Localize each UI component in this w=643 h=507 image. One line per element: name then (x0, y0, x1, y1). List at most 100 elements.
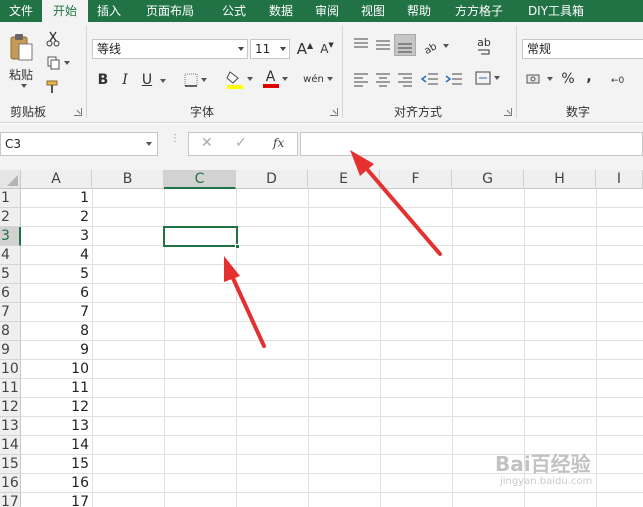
row-header[interactable]: 10 (0, 360, 21, 379)
number-format-select[interactable]: 常规 (522, 39, 643, 59)
insert-function-icon[interactable]: fx (273, 136, 284, 150)
row-header[interactable]: 15 (0, 455, 21, 474)
fill-color-button[interactable] (222, 68, 256, 90)
cell-a17[interactable]: 17 (22, 493, 91, 507)
column-header-d[interactable]: D (236, 170, 308, 189)
comma-button[interactable]: , (582, 66, 596, 88)
cell-a16[interactable]: 16 (22, 474, 91, 493)
fill-handle[interactable] (235, 244, 240, 249)
row-header[interactable]: 6 (0, 284, 21, 303)
format-painter-button[interactable] (44, 78, 62, 96)
cell-a12[interactable]: 12 (22, 398, 91, 417)
cancel-icon[interactable]: ✕ (201, 135, 213, 151)
cell-a14[interactable]: 14 (22, 436, 91, 455)
column-header-a[interactable]: A (21, 170, 92, 189)
row-header[interactable]: 9 (0, 341, 21, 360)
row-header[interactable]: 8 (0, 322, 21, 341)
confirm-icon[interactable]: ✓ (235, 135, 247, 151)
font-name-select[interactable]: 等线 (92, 39, 248, 59)
italic-button[interactable]: I (116, 70, 134, 90)
underline-dropdown-icon[interactable] (160, 79, 166, 83)
tab-data[interactable]: 数据 (258, 0, 304, 22)
tab-review[interactable]: 审阅 (304, 0, 350, 22)
row-header[interactable]: 14 (0, 436, 21, 455)
align-left-icon[interactable] (352, 70, 370, 88)
column-header-h[interactable]: H (524, 170, 596, 189)
percent-button[interactable]: % (558, 68, 578, 90)
column-header-i[interactable]: I (596, 170, 643, 189)
row-header[interactable]: 16 (0, 474, 21, 493)
copy-button[interactable] (44, 54, 72, 72)
select-all-corner[interactable] (0, 170, 21, 189)
merge-center-button[interactable] (472, 68, 502, 88)
column-header-b[interactable]: B (92, 170, 164, 189)
cell-a9[interactable]: 9 (22, 341, 91, 360)
accounting-format-button[interactable] (524, 68, 554, 90)
align-center-icon[interactable] (374, 70, 392, 88)
name-box[interactable]: C3 (0, 132, 158, 156)
tab-insert[interactable]: 插入 (88, 0, 130, 22)
row-header[interactable]: 13 (0, 417, 21, 436)
row-header[interactable]: 4 (0, 246, 21, 265)
cell-a6[interactable]: 6 (22, 284, 91, 303)
tab-fangfang[interactable]: 方方格子 (442, 0, 516, 22)
tab-home[interactable]: 开始 (42, 0, 88, 22)
tab-diy-toolbox[interactable]: DIY工具箱 (516, 0, 596, 22)
row-header[interactable]: 12 (0, 398, 21, 417)
increase-indent-icon[interactable] (444, 70, 464, 88)
row-header-selected[interactable]: 3 (0, 227, 21, 246)
decrease-font-button[interactable]: A ▼ (316, 39, 338, 59)
cell-a8[interactable]: 8 (22, 322, 91, 341)
middle-align-icon[interactable] (374, 36, 392, 54)
vertical-dots-icon[interactable]: ⋮ (170, 134, 180, 152)
tab-help[interactable]: 帮助 (396, 0, 442, 22)
paste-button[interactable] (6, 32, 36, 64)
decrease-indent-icon[interactable] (420, 70, 440, 88)
font-color-button[interactable]: A (258, 68, 292, 90)
cell-a1[interactable]: 1 (22, 189, 91, 208)
wrap-text-button[interactable]: ab (474, 34, 494, 56)
cell-a15[interactable]: 15 (22, 455, 91, 474)
row-header[interactable]: 5 (0, 265, 21, 284)
borders-button[interactable] (180, 70, 210, 90)
cell-a7[interactable]: 7 (22, 303, 91, 322)
phonetic-button[interactable]: wén (300, 66, 336, 92)
cell-a3[interactable]: 3 (22, 227, 91, 246)
column-header-g[interactable]: G (452, 170, 524, 189)
tab-page-layout[interactable]: 页面布局 (130, 0, 210, 22)
paste-dropdown-icon[interactable] (21, 84, 27, 88)
column-header-e[interactable]: E (308, 170, 380, 189)
align-right-icon[interactable] (396, 70, 414, 88)
font-size-select[interactable]: 11 (250, 39, 290, 59)
column-header-c[interactable]: C (164, 170, 236, 189)
orientation-button[interactable]: ab (420, 36, 450, 56)
increase-decimal-button[interactable]: ←0 (606, 68, 642, 90)
cell-a5[interactable]: 5 (22, 265, 91, 284)
top-align-icon[interactable] (352, 36, 370, 54)
row-header[interactable]: 7 (0, 303, 21, 322)
row-header[interactable]: 17 (0, 493, 21, 507)
row-header[interactable]: 1 (0, 189, 21, 208)
row-header[interactable]: 11 (0, 379, 21, 398)
cell-a13[interactable]: 13 (22, 417, 91, 436)
tab-view[interactable]: 视图 (350, 0, 396, 22)
cell-a2[interactable]: 2 (22, 208, 91, 227)
cell-a10[interactable]: 10 (22, 360, 91, 379)
tab-file[interactable]: 文件 (0, 0, 42, 22)
active-cell-c3[interactable] (163, 226, 240, 249)
font-launcher-icon[interactable] (330, 108, 338, 116)
alignment-launcher-icon[interactable] (504, 108, 512, 116)
bold-button[interactable]: B (94, 70, 112, 90)
formula-input[interactable] (300, 132, 643, 156)
paste-label[interactable]: 粘贴 (4, 66, 38, 82)
clipboard-launcher-icon[interactable] (74, 108, 82, 116)
tab-formulas[interactable]: 公式 (210, 0, 258, 22)
cut-button[interactable] (44, 30, 62, 48)
bottom-align-button[interactable] (394, 34, 416, 56)
column-header-f[interactable]: F (380, 170, 452, 189)
cell-a11[interactable]: 11 (22, 379, 91, 398)
underline-button[interactable]: U (138, 70, 156, 90)
row-header[interactable]: 2 (0, 208, 21, 227)
cell-a4[interactable]: 4 (22, 246, 91, 265)
increase-font-button[interactable]: A ▲ (294, 39, 316, 59)
